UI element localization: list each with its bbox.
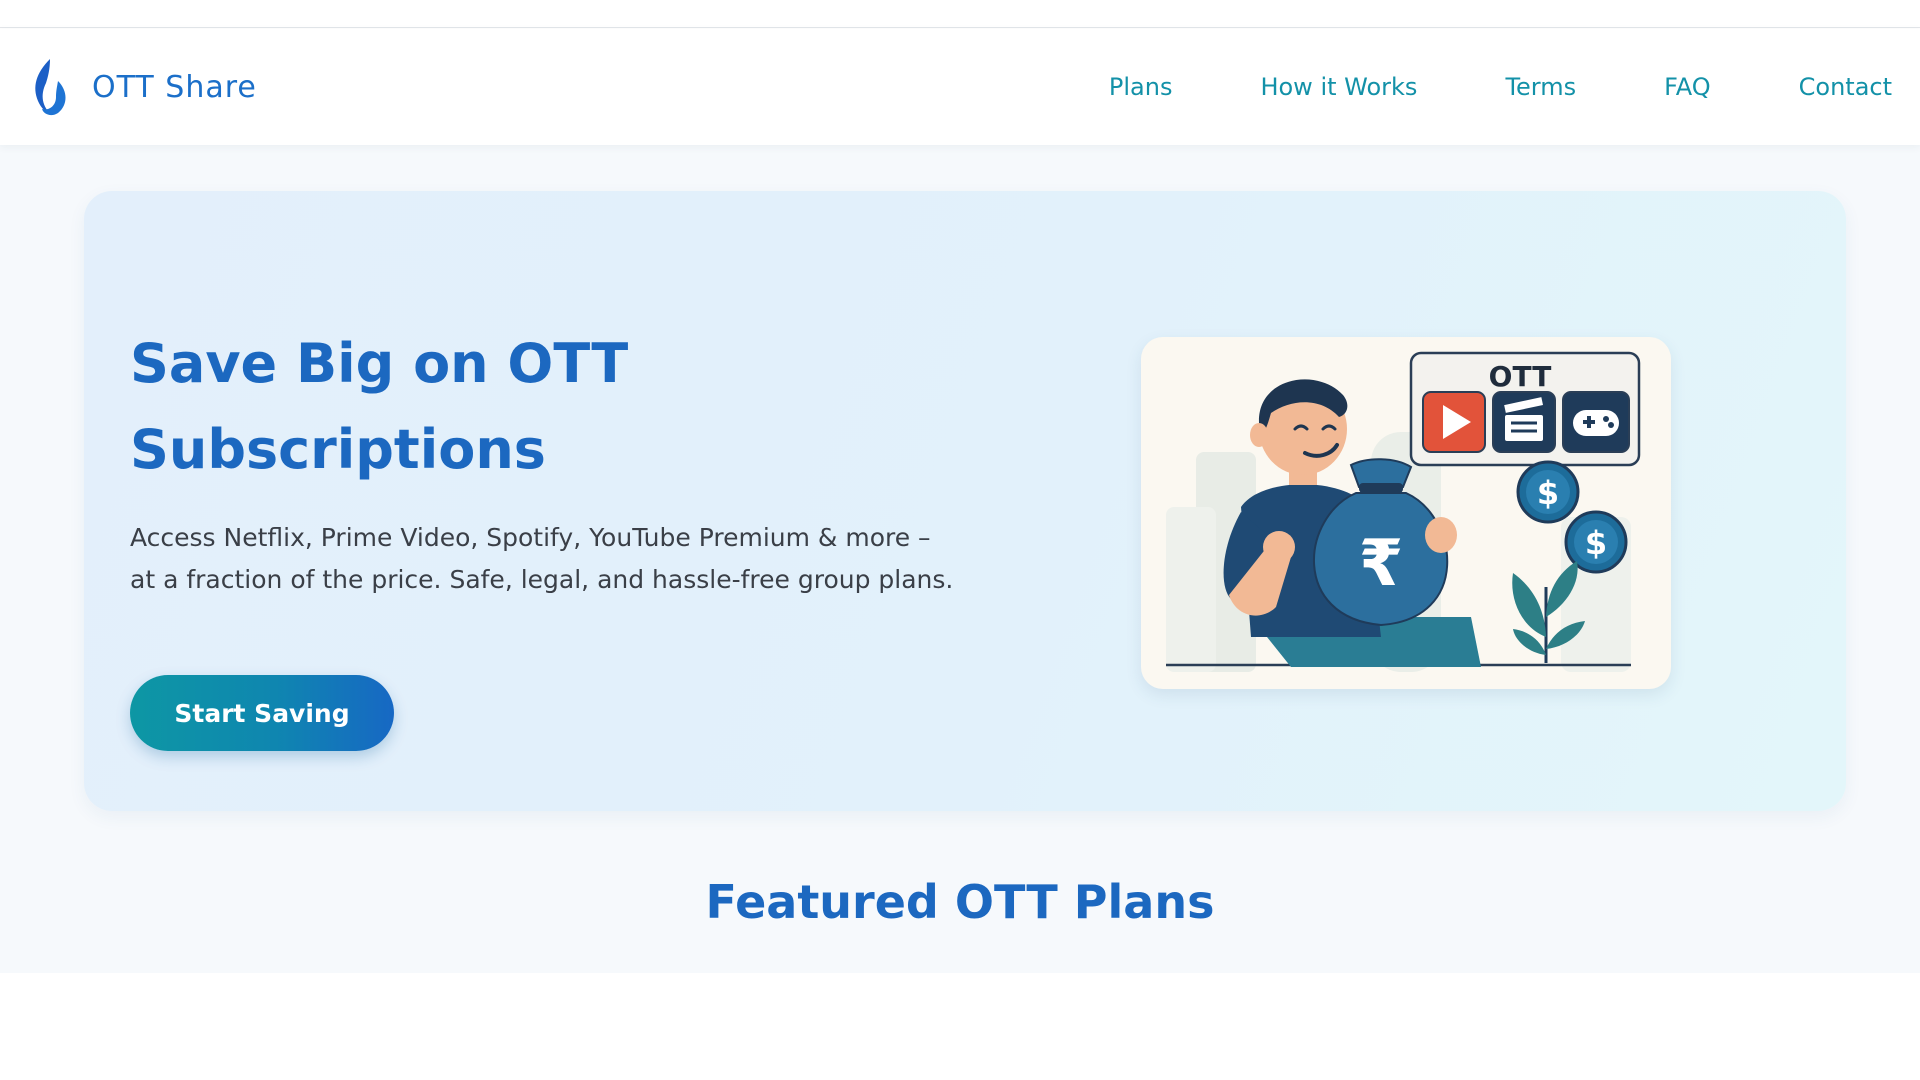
browser-top-strip: [0, 0, 1920, 28]
hero-illustration: OTT $ $ ₹: [1141, 337, 1671, 689]
ott-screen: OTT: [1409, 351, 1641, 467]
hero-section: Save Big on OTT Subscriptions Access Net…: [84, 191, 1846, 811]
brand-name: OTT Share: [92, 69, 257, 105]
nav-link-plans[interactable]: Plans: [1109, 73, 1173, 101]
ott-screen-label: OTT: [1489, 360, 1552, 393]
flame-logo-icon: [35, 59, 66, 116]
featured-plans-title: Featured OTT Plans: [705, 875, 1215, 929]
nav-link-contact[interactable]: Contact: [1799, 73, 1892, 101]
start-saving-button[interactable]: Start Saving: [130, 675, 394, 751]
dollar-coin-1: $: [1516, 460, 1580, 524]
nav-link-how-it-works[interactable]: How it Works: [1260, 73, 1417, 101]
gamepad-icon: [1573, 410, 1619, 436]
nav-link-faq[interactable]: FAQ: [1664, 73, 1711, 101]
brand[interactable]: OTT Share: [28, 57, 257, 117]
rupee-symbol: ₹: [1359, 527, 1404, 601]
main-nav: Plans How it Works Terms FAQ Contact: [1109, 29, 1892, 145]
hero-description: Access Netflix, Prime Video, Spotify, Yo…: [130, 523, 954, 594]
page-main: Save Big on OTT Subscriptions Access Net…: [0, 145, 1920, 973]
coin-symbol: $: [1585, 524, 1607, 562]
site-header: OTT Share Plans How it Works Terms FAQ C…: [0, 29, 1920, 145]
coin-symbol: $: [1537, 474, 1559, 512]
saving-person-illustration: OTT $ $ ₹: [1166, 351, 1641, 672]
nav-link-terms[interactable]: Terms: [1505, 73, 1576, 101]
hero-title: Save Big on OTT Subscriptions: [130, 332, 629, 481]
